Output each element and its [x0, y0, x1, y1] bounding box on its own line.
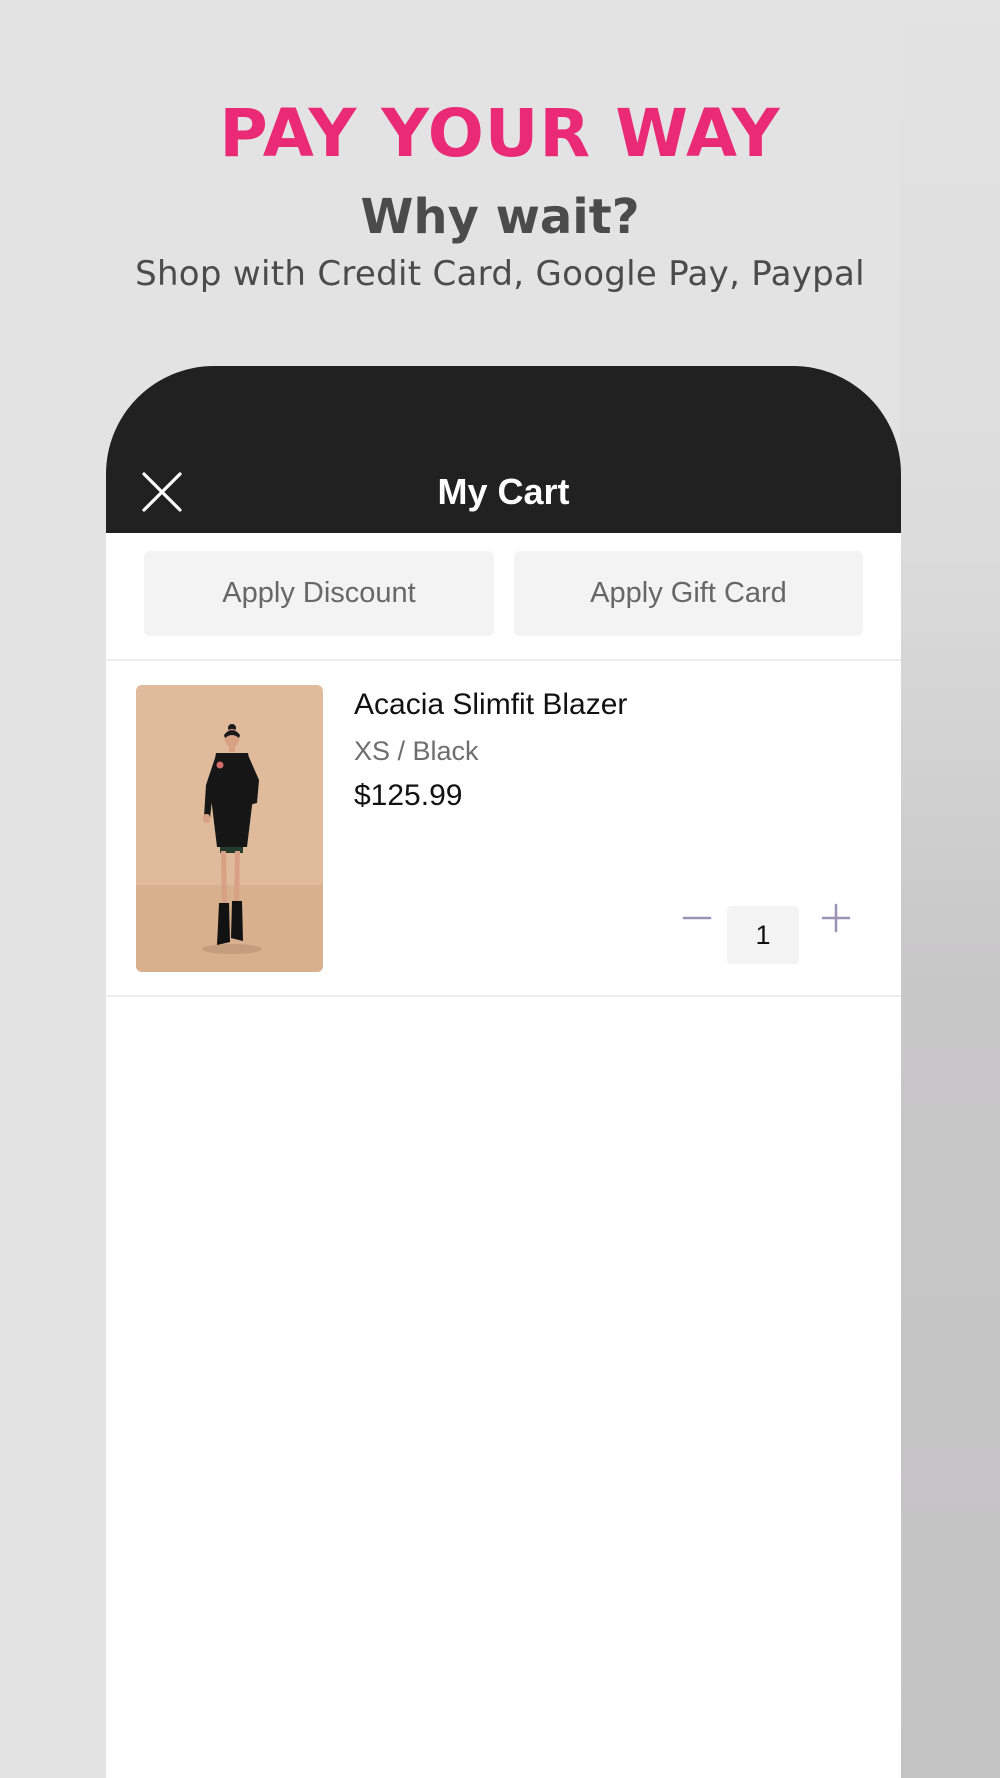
apply-discount-button[interactable]: Apply Discount	[144, 551, 494, 636]
divider	[106, 995, 901, 997]
minus-icon	[682, 916, 712, 920]
decrease-quantity-button[interactable]	[678, 899, 716, 937]
product-image[interactable]	[136, 685, 323, 972]
increase-quantity-button[interactable]	[817, 899, 855, 937]
promo-subtitle: Why wait?	[360, 189, 640, 245]
apply-gift-card-button[interactable]: Apply Gift Card	[514, 551, 863, 636]
cart-title: My Cart	[437, 471, 570, 512]
plus-icon	[821, 903, 851, 933]
product-photo	[136, 685, 323, 972]
product-variant: XS / Black	[354, 736, 479, 766]
product-name[interactable]: Acacia Slimfit Blazer	[354, 685, 627, 725]
divider	[106, 659, 901, 661]
quantity-field[interactable]: 1	[727, 906, 799, 964]
promo-title: PAY YOUR WAY	[219, 95, 781, 172]
promo-description: Shop with Credit Card, Google Pay, Paypa…	[135, 254, 865, 294]
cart-header: My Cart	[106, 366, 901, 533]
phone-screen: My Cart Apply Discount Apply Gift Card A…	[106, 366, 901, 1778]
product-price: $125.99	[354, 779, 463, 812]
